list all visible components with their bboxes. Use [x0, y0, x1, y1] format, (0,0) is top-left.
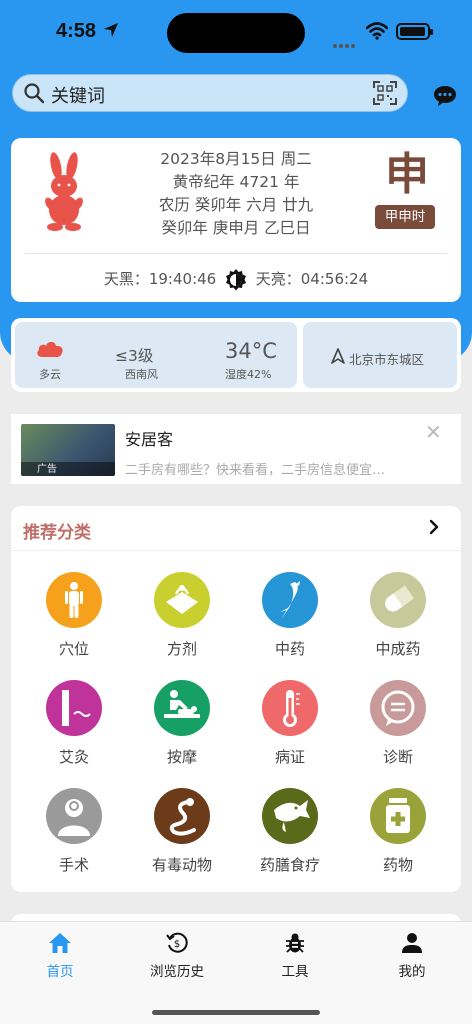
surgeon-icon: [46, 788, 102, 844]
location-arrow-icon: [104, 23, 118, 37]
speech-bubble-icon: [370, 680, 426, 736]
almanac-card[interactable]: 2023年8月15日 周二 黄帝纪年 4721 年 农历 癸卯年 六月 廿九 癸…: [11, 138, 461, 302]
status-time: 4:58: [56, 20, 97, 42]
hour-badge: 甲申时: [375, 205, 435, 229]
city-name: 北京市东城区: [349, 352, 425, 367]
status-bar: 4:58: [0, 0, 472, 64]
wind-level: ≤3级: [115, 347, 154, 365]
thermometer-icon: [262, 680, 318, 736]
category-label: 有毒动物: [151, 856, 212, 874]
weather-panel[interactable]: 多云 ≤3级 西南风 34°C 湿度42%: [15, 322, 297, 388]
weather-card[interactable]: 多云 ≤3级 西南风 34°C 湿度42% 北京市东城区: [11, 318, 461, 392]
tab-history[interactable]: $ 浏览历史: [127, 932, 227, 980]
category-item[interactable]: 病证: [245, 680, 335, 767]
tab-label: 我的: [398, 964, 426, 980]
wifi-icon: [366, 22, 388, 40]
navigation-arrow-icon: [331, 348, 345, 364]
day-night-times: 天黑：19:40:46 天亮：04:56:24: [11, 268, 461, 291]
category-label: 手术: [58, 856, 89, 874]
capsule-icon: [370, 572, 426, 628]
category-item[interactable]: 诊断: [353, 680, 443, 767]
tab-home[interactable]: 首页: [10, 932, 110, 980]
weather-condition: 多云: [39, 368, 61, 381]
cloud-icon: [37, 341, 63, 357]
category-label: 穴位: [58, 640, 89, 658]
yin-yang-icon: [226, 268, 246, 290]
temperature: 34°C: [225, 339, 277, 363]
category-label: 按摩: [166, 748, 197, 766]
fish-icon: [262, 788, 318, 844]
category-item[interactable]: 药膳食疗: [245, 788, 335, 875]
wind-direction: 西南风: [125, 368, 158, 381]
bug-icon: [286, 933, 304, 953]
dynamic-island: [167, 13, 305, 53]
date-lunar: 农历 癸卯年 六月 廿九: [158, 196, 314, 214]
tab-label: 浏览历史: [150, 964, 204, 980]
divider: [11, 550, 461, 551]
category-item[interactable]: 穴位: [29, 572, 119, 659]
category-label: 药物: [382, 856, 413, 874]
ad-description[interactable]: 二手房有哪些？快来看看，二手房信息便宜…: [125, 459, 385, 478]
tab-label: 工具: [281, 964, 309, 980]
category-title: 推荐分类: [23, 523, 91, 543]
humidity: 湿度42%: [225, 368, 272, 381]
moxa-stick-icon: [46, 680, 102, 736]
home-icon: [49, 933, 71, 953]
dawn-time: 天亮：04:56:24: [255, 270, 369, 288]
date-gregorian: 2023年8月15日 周二: [160, 150, 312, 168]
chevron-right-icon[interactable]: [427, 518, 441, 536]
date-huangdi: 黄帝纪年 4721 年: [172, 173, 300, 191]
location-panel[interactable]: 北京市东城区: [303, 322, 457, 388]
ad-label: 广告: [37, 464, 57, 475]
category-item[interactable]: 艾灸: [29, 680, 119, 767]
category-label: 中成药: [375, 640, 421, 658]
category-label: 病证: [274, 748, 305, 766]
category-item[interactable]: 有毒动物: [137, 788, 227, 875]
divider: [25, 253, 447, 254]
category-label: 中药: [274, 640, 305, 658]
category-label: 艾灸: [58, 748, 89, 766]
qr-scan-icon[interactable]: [372, 80, 398, 106]
medicine-bottle-icon: [370, 788, 426, 844]
search-icon: [24, 83, 45, 104]
search-input[interactable]: 关键词: [51, 82, 105, 108]
massage-icon: [154, 680, 210, 736]
snake-icon: [154, 788, 210, 844]
hour-branch-char: 申: [385, 149, 429, 200]
category-card: 推荐分类 穴位 方剂 中药 中成药艾灸 按摩 病证 诊断手术 有毒动物 药膳食疗 药物: [11, 506, 461, 892]
category-item[interactable]: 手术: [29, 788, 119, 875]
acupoint-body-icon: [46, 572, 102, 628]
date-ganzhi: 癸卯年 庚申月 乙巳日: [161, 219, 311, 237]
tab-tools[interactable]: 工具: [245, 932, 345, 980]
dusk-time: 天黑：19:40:46: [103, 270, 217, 288]
message-icon[interactable]: [432, 84, 458, 108]
history-icon: $: [166, 932, 188, 953]
svg-text:$: $: [174, 939, 180, 950]
search-bar[interactable]: 关键词: [12, 74, 408, 112]
tab-bar: 首页 $ 浏览历史 工具 我的: [0, 921, 472, 1024]
ad-banner[interactable]: 广告 安居客 二手房有哪些？快来看看，二手房信息便宜… ✕: [11, 414, 461, 484]
person-icon: [402, 933, 422, 953]
category-item[interactable]: 按摩: [137, 680, 227, 767]
close-icon[interactable]: ✕: [425, 420, 442, 444]
category-item[interactable]: 中成药: [353, 572, 443, 659]
category-item[interactable]: 药物: [353, 788, 443, 875]
battery-icon: [396, 23, 433, 40]
tab-me[interactable]: 我的: [362, 932, 462, 980]
ad-title[interactable]: 安居客: [125, 426, 173, 450]
ginseng-root-icon: [262, 572, 318, 628]
home-indicator: [152, 1010, 320, 1015]
category-label: 方剂: [166, 640, 197, 658]
tab-label: 首页: [46, 964, 74, 980]
rabbit-zodiac-icon: [45, 152, 83, 231]
ad-image[interactable]: 广告: [21, 424, 115, 476]
category-label: 诊断: [382, 748, 413, 766]
category-item[interactable]: 方剂: [137, 572, 227, 659]
signal-dots-icon: [333, 33, 357, 48]
category-item[interactable]: 中药: [245, 572, 335, 659]
category-label: 药膳食疗: [259, 856, 320, 874]
herb-package-icon: [154, 572, 210, 628]
